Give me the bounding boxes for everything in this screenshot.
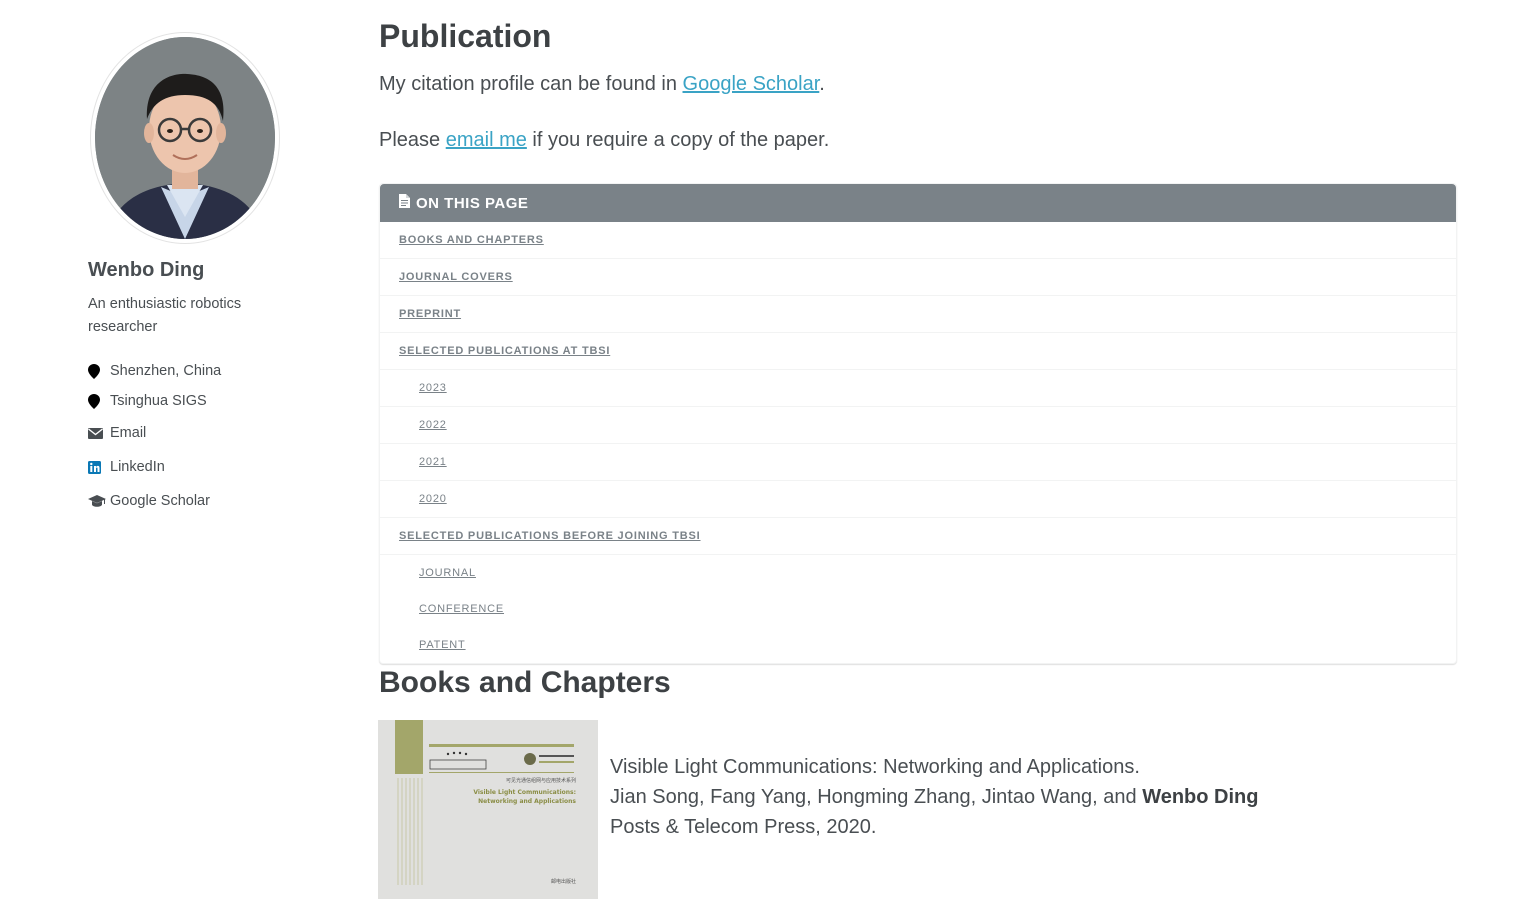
toc-link[interactable]: Selected Publications Before Joining TBS… <box>399 530 701 542</box>
toc-item-selected-publications-before-tbsi[interactable]: Selected Publications Before Joining TBS… <box>380 518 1456 555</box>
toc-item-conference[interactable]: Conference <box>380 591 1456 627</box>
author-bio: An enthusiastic robotics researcher <box>88 296 242 335</box>
toc-link[interactable]: Conference <box>419 603 504 615</box>
toc-item-2021[interactable]: 2021 <box>380 444 1456 481</box>
google-scholar-link-inline[interactable]: Google Scholar <box>683 73 820 95</box>
book-authors-list: Jian Song, Fang Yang, Hongming Zhang, Ji… <box>610 786 1143 808</box>
google-scholar-link[interactable]: Google Scholar <box>88 490 221 512</box>
toc-link[interactable]: 2023 <box>419 382 447 394</box>
book-cover-image: 可见光通信组网与应用技术系列 Visible Light Communicati… <box>378 720 598 899</box>
location-label: Shenzhen, China <box>110 363 222 379</box>
book-cover-art <box>378 720 598 899</box>
linkedin-link[interactable]: LinkedIn <box>88 456 221 478</box>
author-name: Wenbo Ding <box>88 259 205 281</box>
toc-item-journal-covers[interactable]: Journal Covers <box>380 259 1456 296</box>
email-me-link[interactable]: email me <box>446 129 527 151</box>
linkedin-icon <box>88 459 106 475</box>
email-link[interactable]: Email <box>88 422 221 444</box>
file-text-icon <box>399 194 410 212</box>
toc-link[interactable]: Journal Covers <box>399 271 513 283</box>
google-scholar-label[interactable]: Google Scholar <box>110 493 210 509</box>
toc-item-2020[interactable]: 2020 <box>380 481 1456 518</box>
toc-link[interactable]: Journal <box>419 567 476 579</box>
citation-paragraph: My citation profile can be found in Goog… <box>379 73 825 96</box>
location-pin-icon <box>88 363 106 379</box>
page-title: Publication <box>379 18 552 54</box>
organization-item: Tsinghua SIGS <box>88 390 221 412</box>
section-title-books: Books and Chapters <box>379 666 671 699</box>
citation-prefix: My citation profile can be found in <box>379 73 683 95</box>
book-entry: Visible Light Communications: Networking… <box>610 752 1258 842</box>
book-cover-cn-series: 可见光通信组网与应用技术系列 <box>505 778 576 784</box>
envelope-icon <box>88 425 106 441</box>
book-cover-title: Visible Light Communications: Networking… <box>473 789 576 805</box>
graduation-cap-icon <box>88 493 106 509</box>
location-pin-icon <box>88 393 106 409</box>
toc-link[interactable]: 2021 <box>419 456 447 468</box>
book-publisher: Posts & Telecom Press, 2020. <box>610 816 877 838</box>
book-cover-publisher: 邮电出版社 <box>550 879 576 885</box>
toc-item-books-and-chapters[interactable]: Books and Chapters <box>380 222 1456 259</box>
toc-link[interactable]: 2020 <box>419 493 447 505</box>
book-authors: Jian Song, Fang Yang, Hongming Zhang, Ji… <box>610 782 1258 812</box>
toc-link[interactable]: Patent <box>419 639 466 651</box>
toc-header: ON THIS PAGE <box>380 184 1456 222</box>
email-label[interactable]: Email <box>110 425 146 441</box>
book-author-highlight: Wenbo Ding <box>1142 786 1259 808</box>
book-title: Visible Light Communications: Networking… <box>610 756 1140 778</box>
toc-link[interactable]: Selected Publications at TBSI <box>399 345 610 357</box>
location-item: Shenzhen, China <box>88 360 221 382</box>
toc-item-patent[interactable]: Patent <box>380 627 1456 663</box>
author-links: Shenzhen, China Tsinghua SIGS Email Link… <box>88 360 221 512</box>
organization-label: Tsinghua SIGS <box>110 393 207 409</box>
toc-item-journal[interactable]: Journal <box>380 555 1456 591</box>
toc-item-selected-publications-tbsi[interactable]: Selected Publications at TBSI <box>380 333 1456 370</box>
toc-link[interactable]: Books and Chapters <box>399 234 544 246</box>
author-photo <box>95 37 275 239</box>
toc-header-label: ON THIS PAGE <box>416 194 529 212</box>
toc-item-preprint[interactable]: Preprint <box>380 296 1456 333</box>
linkedin-label[interactable]: LinkedIn <box>110 459 165 475</box>
email-note-prefix: Please <box>379 129 446 151</box>
toc-link[interactable]: Preprint <box>399 308 461 320</box>
email-paragraph: Please email me if you require a copy of… <box>379 129 829 152</box>
toc-item-2023[interactable]: 2023 <box>380 370 1456 407</box>
author-avatar-frame <box>90 32 280 244</box>
toc-link[interactable]: 2022 <box>419 419 447 431</box>
table-of-contents: ON THIS PAGE Books and Chapters Journal … <box>379 183 1457 664</box>
email-note-suffix: if you require a copy of the paper. <box>526 129 830 151</box>
citation-suffix: . <box>819 73 825 95</box>
author-avatar <box>95 37 275 239</box>
toc-item-2022[interactable]: 2022 <box>380 407 1456 444</box>
